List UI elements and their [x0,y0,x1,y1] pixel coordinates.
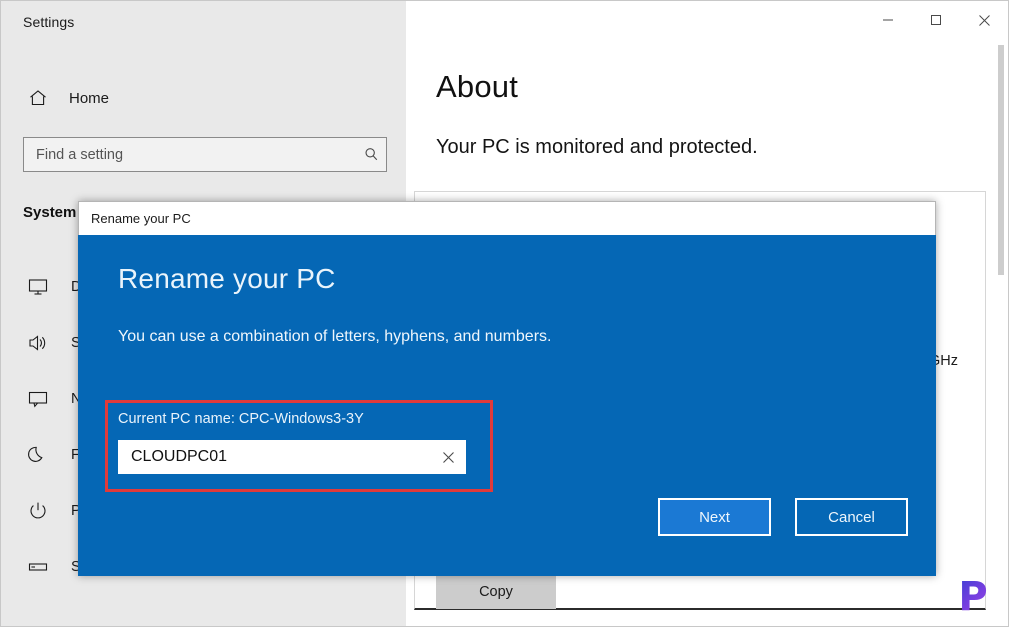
dialog-titlebar: Rename your PC [78,201,936,235]
vertical-scrollbar[interactable] [996,45,1006,606]
page-subtitle: Your PC is monitored and protected. [436,136,758,158]
sidebar-item-home[interactable]: Home [15,81,395,115]
minimize-button[interactable] [864,1,912,39]
chat-bubble-icon [25,386,51,412]
maximize-button[interactable] [912,1,960,39]
dialog-title: Rename your PC [91,211,191,226]
speaker-icon [25,330,51,356]
search-input[interactable] [24,138,356,171]
current-pc-name-label: Current PC name: CPC-Windows3-3Y [118,411,364,427]
search-box[interactable] [23,137,387,172]
home-icon [25,85,51,111]
watermark-logo: P [950,574,996,620]
screen: Settings Home Find a setting System Abou… [0,0,1009,627]
search-icon [356,138,386,171]
dialog-description: You can use a combination of letters, hy… [118,328,552,345]
close-button[interactable] [960,1,1008,39]
window-title: Settings [23,14,75,30]
sidebar-group-header: System [23,204,77,221]
page-title: About [436,69,519,104]
copy-button[interactable]: Copy [436,575,556,609]
close-icon[interactable] [431,441,465,473]
drive-icon [25,554,51,580]
window-caption-buttons [864,1,1008,39]
dialog-heading: Rename your PC [118,263,336,294]
next-button[interactable]: Next [658,498,771,536]
moon-icon [25,442,51,468]
scrollbar-thumb[interactable] [998,45,1004,275]
monitor-icon [25,274,51,300]
rename-pc-dialog: Rename your PC Rename your PC You can us… [78,201,936,576]
pc-name-input-wrapper[interactable] [118,440,466,474]
dialog-button-row: Next Cancel [658,498,908,536]
cancel-button[interactable]: Cancel [795,498,908,536]
pc-name-input[interactable] [119,441,431,473]
sidebar-item-home-label: Home [69,89,110,107]
power-icon [25,498,51,524]
dialog-body: Rename your PC You can use a combination… [78,235,936,576]
